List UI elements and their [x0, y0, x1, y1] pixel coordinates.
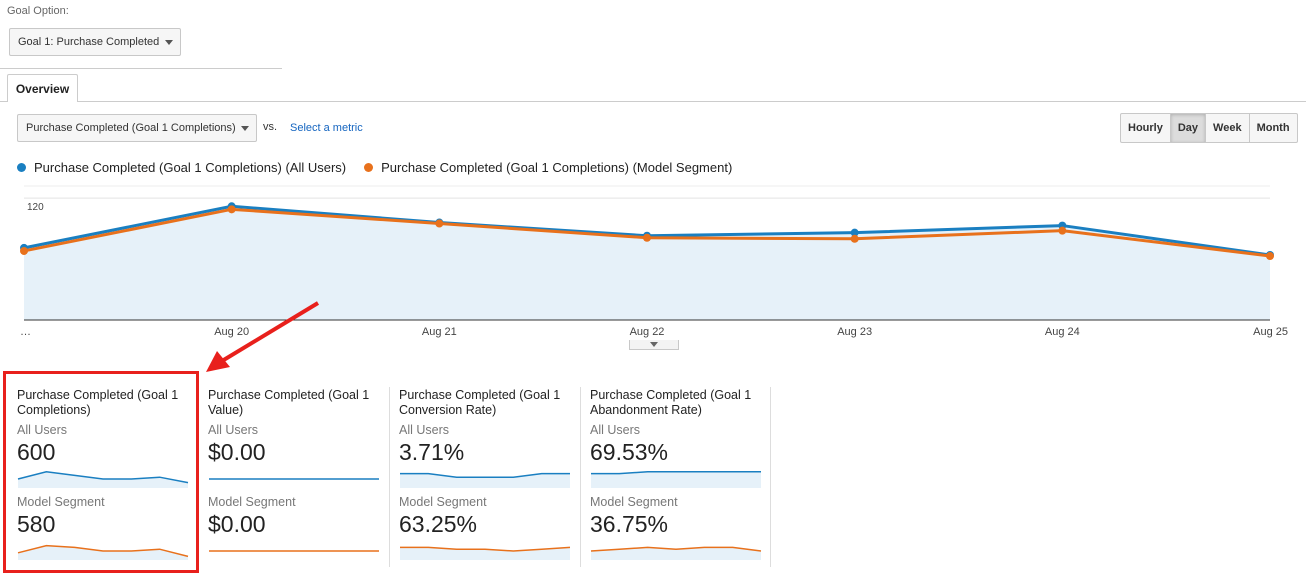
period-hourly-button[interactable]: Hourly: [1121, 114, 1171, 142]
vs-label: vs.: [263, 121, 278, 133]
tab-divider: [0, 101, 1306, 102]
x-tick-label: Aug 24: [1045, 326, 1080, 338]
data-point: [1058, 226, 1067, 235]
sparkline-area: [400, 473, 570, 488]
chart-legend: Purchase Completed (Goal 1 Completions) …: [17, 160, 732, 175]
goal-option-label: Goal Option:: [7, 5, 69, 17]
data-point: [435, 219, 444, 228]
data-point: [227, 205, 236, 214]
tab-overview[interactable]: Overview: [7, 74, 78, 102]
chart-expand-handle[interactable]: [629, 340, 679, 350]
scorecard-tile[interactable]: Purchase Completed (Goal 1 Value) All Use…: [208, 387, 380, 569]
all-users-label: All Users: [208, 423, 259, 437]
tile-divider: [389, 387, 390, 567]
legend-item-all-users[interactable]: Purchase Completed (Goal 1 Completions) …: [17, 160, 346, 175]
goal-option-select[interactable]: Goal 1: Purchase Completed: [9, 28, 181, 56]
legend-dot-icon: [17, 163, 26, 172]
all-users-sparkline: [591, 471, 761, 488]
legend-label: Purchase Completed (Goal 1 Completions) …: [34, 160, 347, 175]
model-segment-sparkline: [590, 546, 762, 560]
tile-title: Purchase Completed (Goal 1 Value): [208, 388, 370, 417]
tile-title: Purchase Completed (Goal 1 Conversion Ra…: [399, 388, 561, 417]
tile-divider: [770, 387, 771, 567]
select-metric-link[interactable]: Select a metric: [290, 122, 363, 134]
chevron-down-icon: [165, 40, 173, 45]
all-users-sparkline: [209, 478, 379, 480]
x-tick-label: Aug 22: [630, 326, 665, 338]
chevron-down-icon: [650, 342, 658, 347]
legend-label: Purchase Completed (Goal 1 Completions) …: [381, 160, 733, 175]
scorecard-tile[interactable]: Purchase Completed (Goal 1 Abandonment R…: [590, 387, 762, 569]
divider: [0, 68, 282, 69]
all-users-label: All Users: [590, 423, 641, 437]
data-point: [643, 233, 651, 242]
period-selector: Hourly Day Week Month: [1120, 113, 1298, 143]
data-point: [1266, 252, 1274, 261]
tile-divider: [580, 387, 581, 567]
x-tick-label: Aug 21: [422, 326, 457, 338]
period-day-button[interactable]: Day: [1170, 114, 1207, 142]
period-month-button[interactable]: Month: [1250, 114, 1297, 142]
highlight-box: [3, 371, 199, 573]
model-segment-label: Model Segment: [399, 495, 487, 509]
line-chart: 60120…Aug 20Aug 21Aug 22Aug 23Aug 24Aug …: [20, 185, 1288, 338]
all-users-label: All Users: [399, 423, 450, 437]
all-users-value: $0.00: [208, 439, 266, 465]
all-users-sparkline: [400, 472, 570, 488]
primary-metric-value: Purchase Completed (Goal 1 Completions): [26, 122, 236, 134]
y-tick-label: 120: [27, 202, 44, 213]
model-segment-sparkline: [400, 546, 571, 560]
period-week-button[interactable]: Week: [1206, 114, 1250, 142]
primary-metric-select[interactable]: Purchase Completed (Goal 1 Completions): [17, 114, 257, 142]
x-tick-label: …: [20, 326, 31, 338]
legend-item-model-segment[interactable]: Purchase Completed (Goal 1 Completions) …: [364, 160, 732, 175]
legend-dot-icon: [364, 163, 374, 172]
data-point: [850, 234, 859, 243]
scorecard-tile[interactable]: Purchase Completed (Goal 1 Conversion Ra…: [399, 387, 571, 569]
model-segment-sparkline: [209, 550, 379, 552]
tile-title: Purchase Completed (Goal 1 Abandonment R…: [590, 388, 752, 417]
data-point: [20, 246, 28, 255]
goal-option-value: Goal 1: Purchase Completed: [18, 36, 160, 48]
chevron-down-icon: [241, 126, 249, 131]
model-segment-label: Model Segment: [208, 495, 296, 509]
all-users-value: 3.71%: [399, 439, 465, 465]
x-tick-label: Aug 25: [1253, 326, 1288, 338]
model-segment-label: Model Segment: [590, 495, 678, 509]
model-segment-value: 36.75%: [590, 511, 669, 537]
x-tick-label: Aug 23: [837, 326, 872, 338]
all-users-value: 69.53%: [590, 439, 669, 465]
arrow-icon: [206, 301, 320, 372]
model-segment-value: 63.25%: [399, 511, 478, 537]
model-segment-value: $0.00: [208, 511, 266, 537]
